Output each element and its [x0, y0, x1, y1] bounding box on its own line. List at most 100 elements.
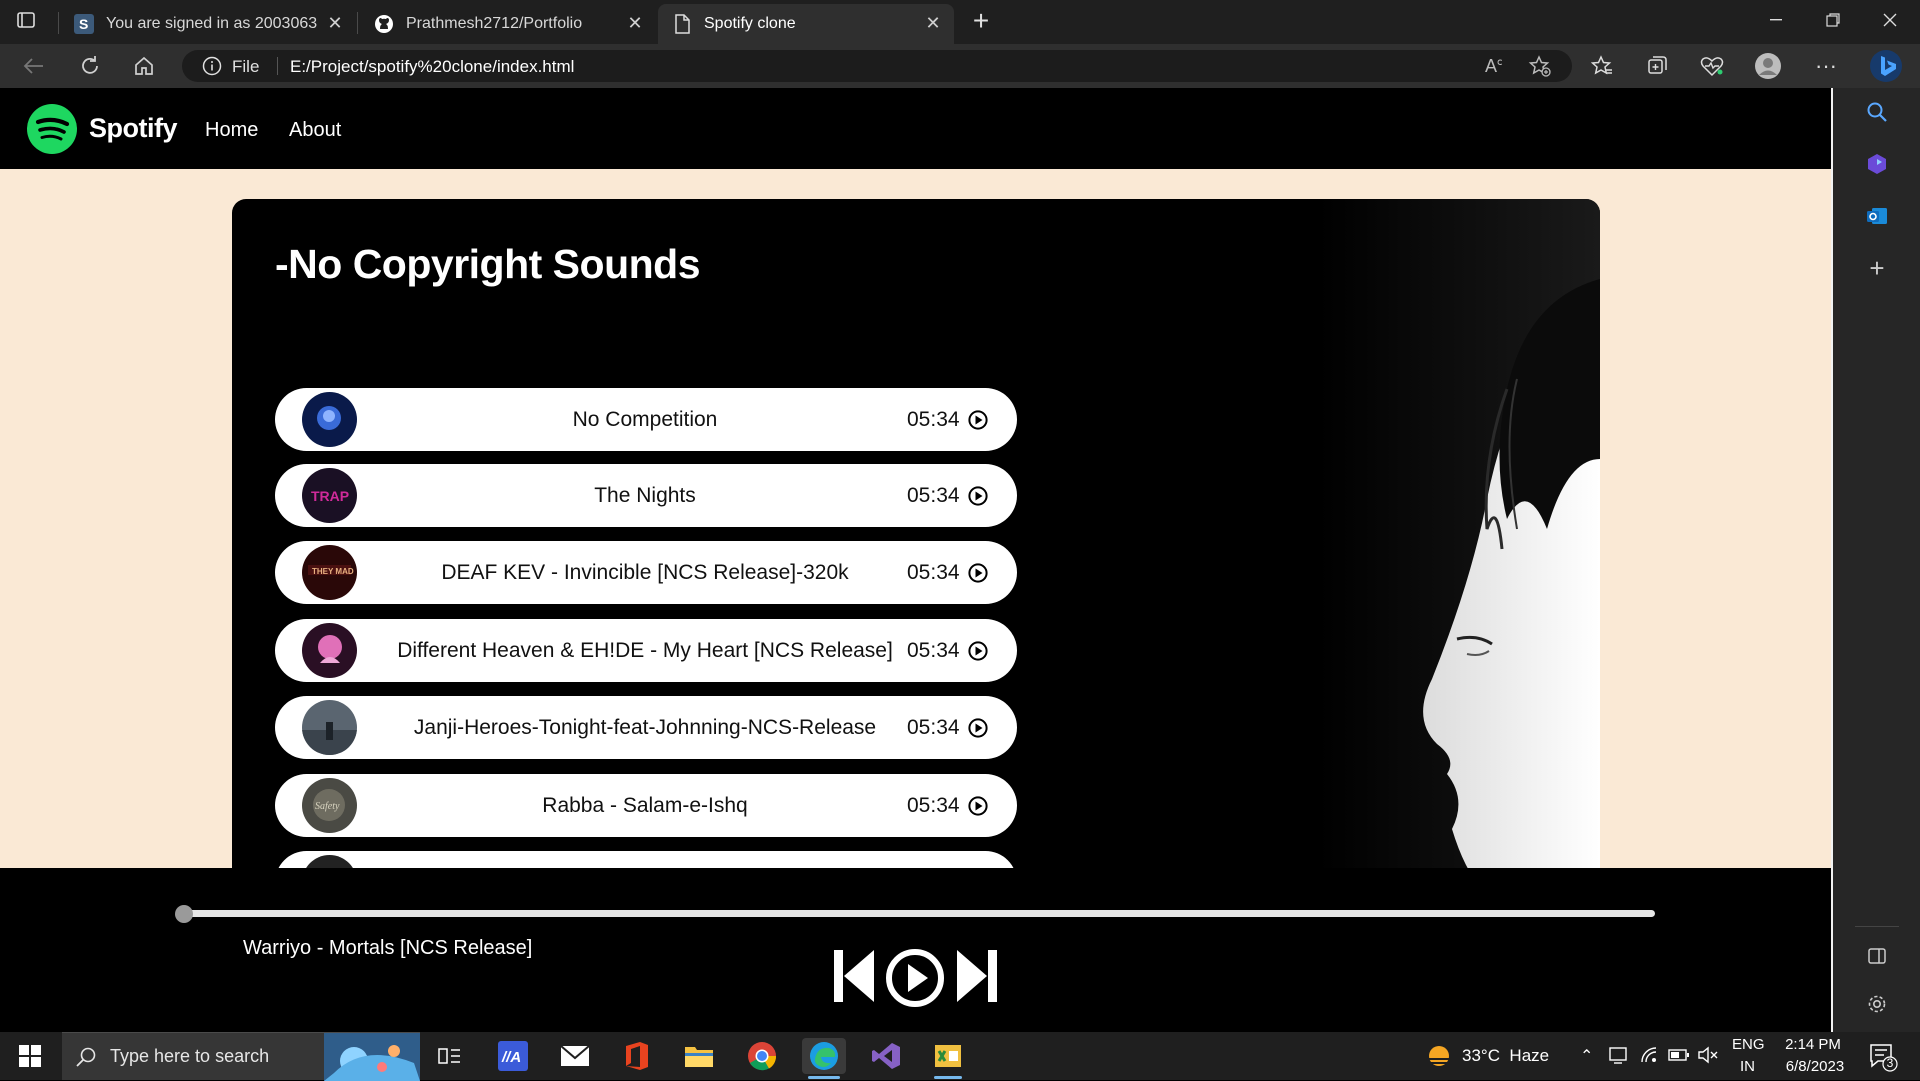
address-bar[interactable]: File E:/Project/spotify%20clone/index.ht…: [182, 50, 1572, 82]
mail-icon[interactable]: [553, 1038, 597, 1074]
song-name: Janji-Heroes-Tonight-feat-Johnning-NCS-R…: [413, 716, 877, 739]
more-options-icon[interactable]: ···: [1810, 52, 1842, 80]
song-item[interactable]: Janji-Heroes-Tonight-feat-Johnning-NCS-R…: [275, 696, 1017, 759]
language-indicator[interactable]: ENG: [1732, 1036, 1765, 1053]
tab-signed-in[interactable]: S You are signed in as 2003063 ✕: [60, 4, 356, 44]
minimize-button[interactable]: [1748, 0, 1804, 40]
outlook-icon[interactable]: [1861, 200, 1893, 232]
notification-count-badge: 3: [1886, 1056, 1894, 1070]
close-icon[interactable]: ✕: [924, 14, 942, 32]
games-icon[interactable]: [1861, 148, 1893, 180]
clock-time[interactable]: 2:14 PM: [1785, 1036, 1841, 1053]
playlist-container: -No Copyright Sounds No Competition 05:3…: [232, 199, 1600, 899]
battery-icon[interactable]: [1668, 1048, 1690, 1067]
windows-start-icon[interactable]: [8, 1038, 52, 1074]
tab-actions-icon[interactable]: [16, 10, 36, 30]
song-item[interactable]: THEY MAD DEAF KEV - Invincible [NCS Rele…: [275, 541, 1017, 604]
search-placeholder: Type here to search: [110, 1046, 270, 1066]
office-icon[interactable]: [615, 1038, 659, 1074]
tab-title: Spotify clone: [704, 15, 796, 32]
chevron-up-icon[interactable]: ⌃: [1580, 1046, 1593, 1066]
weather-icon[interactable]: [1424, 1042, 1454, 1075]
home-icon[interactable]: [128, 52, 160, 80]
music-player-bar: Warriyo - Mortals [NCS Release]: [0, 868, 1831, 1032]
song-item[interactable]: Different Heaven & EH!DE - My Heart [NCS…: [275, 619, 1017, 682]
song-duration: 05:34: [907, 408, 960, 431]
clock-date[interactable]: 6/8/2023: [1780, 1058, 1850, 1075]
nav-link-about[interactable]: About: [289, 119, 341, 142]
new-tab-button[interactable]: +: [966, 6, 996, 36]
nav-link-home[interactable]: Home: [205, 119, 258, 142]
song-duration: 05:34: [907, 639, 960, 662]
brand-name[interactable]: Spotify: [89, 113, 178, 144]
tab-title: Prathmesh2712/Portfolio: [406, 15, 583, 32]
refresh-icon[interactable]: [74, 52, 106, 80]
now-playing-title: Warriyo - Mortals [NCS Release]: [243, 937, 533, 959]
song-duration: 05:34: [907, 561, 960, 584]
profile-avatar-icon[interactable]: [1752, 52, 1784, 80]
progress-handle[interactable]: [175, 905, 193, 923]
favorites-icon[interactable]: [1586, 52, 1618, 80]
add-favorite-icon[interactable]: [1528, 54, 1552, 83]
region-indicator[interactable]: IN: [1740, 1058, 1755, 1075]
collections-icon[interactable]: [1641, 52, 1673, 80]
restore-button[interactable]: [1805, 0, 1861, 40]
browser-toolbar: File E:/Project/spotify%20clone/index.ht…: [0, 44, 1920, 88]
progress-bar[interactable]: [185, 910, 1655, 917]
song-item[interactable]: No Competition 05:34: [275, 388, 1017, 451]
browser-tab-bar: S You are signed in as 2003063 ✕ Prathme…: [0, 0, 1920, 44]
svg-text:S: S: [79, 16, 88, 32]
song-name: DEAF KEV - Invincible [NCS Release]-320k: [441, 561, 849, 584]
search-highlight-image: [324, 1033, 420, 1081]
close-icon[interactable]: ✕: [326, 14, 344, 32]
read-aloud-icon[interactable]: Aⅽ: [1485, 56, 1503, 77]
album-cover: [302, 623, 357, 678]
back-icon[interactable]: [18, 52, 50, 80]
song-duration: 05:34: [907, 716, 960, 739]
windows-taskbar: Type here to search //A 33°C Haze ⌃ ENG …: [0, 1032, 1920, 1081]
play-circle-icon[interactable]: [968, 641, 988, 661]
mathpix-app-icon[interactable]: //A: [491, 1038, 535, 1074]
search-icon[interactable]: [1861, 96, 1893, 128]
svg-text:TRAP: TRAP: [311, 488, 349, 504]
previous-track-icon[interactable]: [834, 948, 874, 1004]
chrome-icon[interactable]: [740, 1038, 784, 1074]
info-icon[interactable]: [202, 56, 222, 81]
network-status-icon[interactable]: [1608, 1044, 1630, 1071]
settings-gear-icon[interactable]: [1861, 988, 1893, 1020]
bing-copilot-icon[interactable]: [1866, 48, 1906, 84]
play-pause-icon[interactable]: [885, 948, 945, 1008]
file-explorer-icon[interactable]: [677, 1038, 721, 1074]
task-view-icon[interactable]: [428, 1038, 472, 1074]
edge-icon[interactable]: [802, 1038, 846, 1079]
close-icon[interactable]: ✕: [626, 14, 644, 32]
close-window-button[interactable]: [1862, 0, 1918, 40]
search-icon: [76, 1046, 98, 1073]
split-screen-icon[interactable]: [1861, 940, 1893, 972]
song-item[interactable]: Safety Rabba - Salam-e-Ishq 05:34: [275, 774, 1017, 837]
wifi-icon[interactable]: [1640, 1046, 1660, 1069]
browser-essentials-icon[interactable]: [1696, 52, 1728, 80]
play-circle-icon[interactable]: [968, 486, 988, 506]
volume-muted-icon[interactable]: [1697, 1046, 1719, 1069]
song-item[interactable]: TRAP The Nights 05:34: [275, 464, 1017, 527]
github-icon: [374, 14, 394, 34]
svg-text:Safety: Safety: [315, 801, 340, 812]
tab-portfolio[interactable]: Prathmesh2712/Portfolio ✕: [360, 4, 656, 44]
play-circle-icon[interactable]: [968, 410, 988, 430]
play-circle-icon[interactable]: [968, 796, 988, 816]
next-track-icon[interactable]: [957, 948, 997, 1004]
weather-text[interactable]: 33°C Haze: [1462, 1046, 1549, 1066]
page-icon: [672, 14, 692, 34]
play-circle-icon[interactable]: [968, 563, 988, 583]
album-cover: TRAP: [302, 468, 357, 523]
play-circle-icon[interactable]: [968, 718, 988, 738]
taskbar-search-box[interactable]: Type here to search: [62, 1032, 420, 1081]
page-viewport: Spotify Home About -No Copyright Sounds: [0, 88, 1831, 1032]
url-text[interactable]: E:/Project/spotify%20clone/index.html: [290, 57, 574, 77]
tab-spotify-clone[interactable]: Spotify clone ✕: [658, 4, 954, 44]
visual-studio-icon[interactable]: [864, 1038, 908, 1074]
spotify-logo-icon[interactable]: [27, 104, 77, 154]
project-app-icon[interactable]: [926, 1038, 970, 1079]
add-sidebar-app-icon[interactable]: +: [1861, 252, 1893, 284]
